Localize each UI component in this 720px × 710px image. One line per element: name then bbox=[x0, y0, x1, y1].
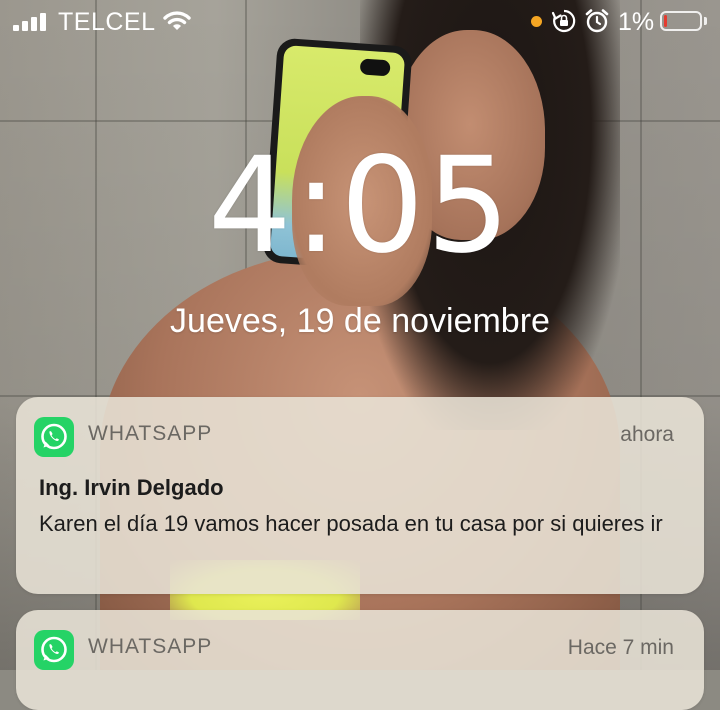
carrier-name: TELCEL bbox=[58, 8, 156, 36]
lock-screen-clock: 4:05 bbox=[207, 129, 513, 283]
battery-cap bbox=[704, 17, 707, 25]
battery-level-fill bbox=[664, 15, 667, 27]
whatsapp-icon bbox=[34, 630, 74, 670]
notification-card[interactable]: WHATSAPP Hace 7 min bbox=[16, 610, 704, 710]
status-bar: TELCEL 1% bbox=[0, 0, 720, 44]
notification-app-name: WHATSAPP bbox=[88, 422, 213, 445]
whatsapp-icon bbox=[34, 417, 74, 457]
lock-screen-date: Jueves, 19 de noviembre bbox=[170, 302, 550, 340]
notification-message: Karen el día 19 vamos hacer posada en tu… bbox=[39, 511, 663, 536]
orientation-lock-icon bbox=[551, 8, 577, 39]
notification-time: ahora bbox=[620, 423, 674, 446]
battery-percentage: 1% bbox=[618, 8, 655, 36]
battery-icon bbox=[660, 11, 702, 31]
alarm-icon bbox=[584, 8, 610, 39]
notification-time: Hace 7 min bbox=[567, 636, 674, 659]
notification-app-name: WHATSAPP bbox=[88, 635, 213, 658]
signal-icon bbox=[13, 13, 49, 31]
notification-card[interactable]: WHATSAPP ahora Ing. Irvin Delgado Karen … bbox=[16, 397, 704, 594]
notification-sender: Ing. Irvin Delgado bbox=[39, 475, 224, 500]
wifi-icon bbox=[163, 10, 191, 37]
privacy-indicator-dot bbox=[531, 16, 542, 27]
